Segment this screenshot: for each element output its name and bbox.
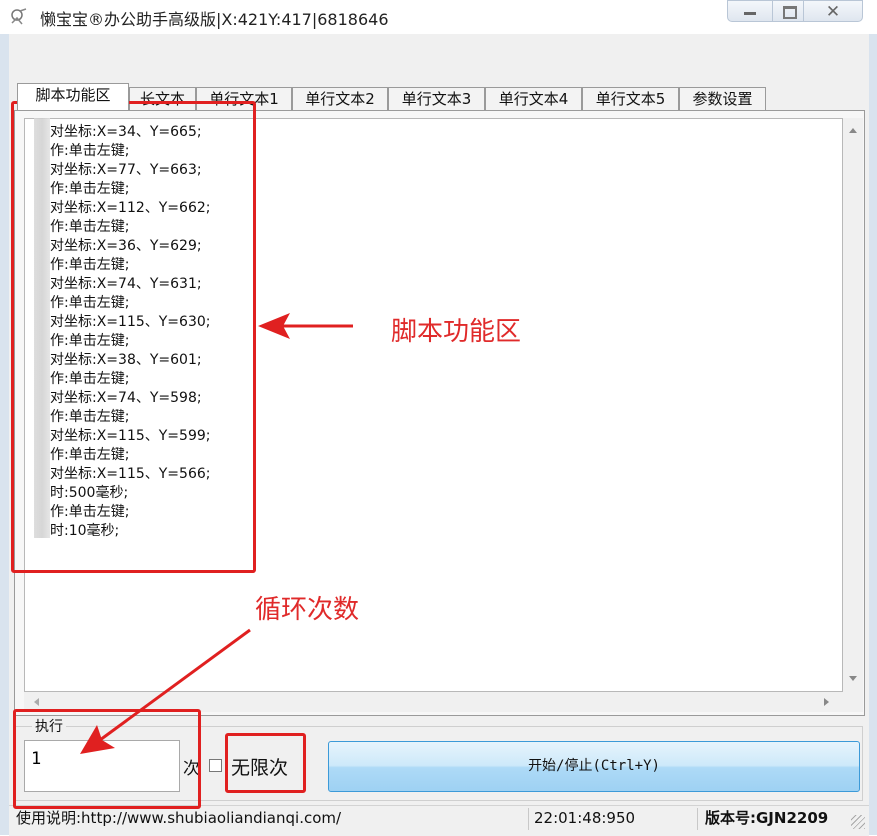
scroll-right-icon[interactable] [824,698,829,706]
unlimited-checkbox[interactable] [209,759,222,772]
window-frame-left [0,34,9,835]
close-button[interactable]: ✕ [803,0,863,22]
scroll-down-icon[interactable] [849,676,857,681]
annotation-box-script-area [11,101,256,573]
window-title: 懒宝宝®办公助手高级版|X:421Y:417|6818646 [40,10,389,29]
annotation-box-loop-count [13,709,201,809]
tab-single-line-5[interactable]: 单行文本5 [582,87,679,110]
help-url-text: 使用说明:http://www.shubiaoliandianqi.com/ [16,809,342,827]
annotation-box-unlimited [225,733,306,793]
app-logo-icon [11,8,27,25]
scroll-left-icon[interactable] [34,698,39,706]
status-separator [528,808,529,830]
vertical-scrollbar[interactable] [843,118,863,692]
resize-grip-icon[interactable] [851,815,865,829]
title-bar: 懒宝宝®办公助手高级版|X:421Y:417|6818646 ✕ [0,0,877,34]
scroll-up-icon[interactable] [849,128,857,133]
annotation-label-script-area: 脚本功能区 [391,317,522,347]
tab-single-line-2[interactable]: 单行文本2 [292,87,388,110]
close-icon: ✕ [825,2,841,22]
annotation-label-loop-count: 循环次数 [255,595,360,625]
tab-single-line-3[interactable]: 单行文本3 [388,87,485,110]
tab-settings[interactable]: 参数设置 [679,87,766,110]
maximize-button[interactable] [772,0,804,22]
status-separator [697,808,698,830]
version-text: 版本号:GJN2209 [705,809,829,827]
tab-single-line-4[interactable]: 单行文本4 [485,87,582,110]
start-stop-button[interactable]: 开始/停止(Ctrl+Y) [328,741,860,792]
tab-script-area[interactable]: 脚本功能区 [17,83,129,110]
minimize-button[interactable] [727,0,773,22]
window-frame-right [869,34,877,835]
status-time: 22:01:48:950 [534,809,636,827]
